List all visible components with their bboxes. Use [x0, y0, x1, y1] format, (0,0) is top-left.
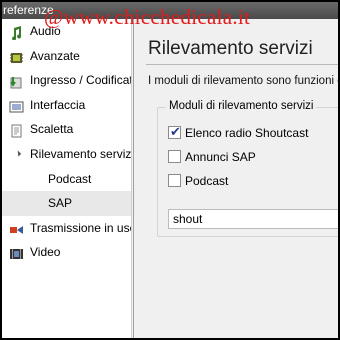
module-text-field[interactable]: shout — [168, 209, 338, 229]
category-scaletta[interactable]: Scaletta — [2, 117, 131, 142]
subcategory-podcast[interactable]: Podcast — [2, 167, 131, 192]
chip-icon — [9, 49, 24, 63]
input-codec-icon — [9, 73, 24, 89]
checkmark-icon: ✔ — [170, 124, 181, 139]
category-list: Audio Avanzate Ingresso / Codificatori I… — [2, 19, 131, 265]
preferences-window: referenze @www.chicchedicala.it Audio Av… — [2, 2, 338, 338]
checkbox-label: Elenco radio Shoutcast — [185, 126, 309, 140]
category-interfaccia[interactable]: Interfaccia — [2, 93, 131, 118]
category-video[interactable]: Video — [2, 240, 131, 265]
category-trasmissione-in-uscita[interactable]: Trasmissione in uscita — [2, 216, 131, 241]
category-label: Ingresso / Codificatori — [30, 73, 131, 88]
group-title: Moduli di rilevamento servizi — [166, 100, 317, 112]
expand-arrow-icon[interactable] — [14, 150, 22, 157]
category-sidebar: Audio Avanzate Ingresso / Codificatori I… — [2, 19, 132, 338]
category-label: Interfaccia — [30, 97, 86, 112]
panel-title: Rilevamento servizi — [148, 38, 313, 59]
category-label: Trasmissione in uscita — [30, 220, 131, 235]
checkbox-label: Podcast — [185, 174, 229, 188]
category-avanzate[interactable]: Avanzate — [2, 44, 131, 69]
settings-panel: Rilevamento servizi I moduli di rilevame… — [133, 19, 338, 338]
checkbox-box[interactable] — [168, 174, 181, 187]
watermark: @www.chicchedicala.it — [44, 5, 251, 29]
category-label: Scaletta — [30, 122, 74, 137]
category-ingresso-codificatori[interactable]: Ingresso / Codificatori — [2, 68, 131, 93]
category-label: SAP — [48, 196, 73, 211]
stream-output-icon — [9, 221, 24, 235]
checkbox-label: Annunci SAP — [185, 150, 256, 164]
category-label: Podcast — [48, 171, 92, 186]
audio-icon — [9, 24, 24, 41]
video-icon — [9, 245, 24, 260]
playlist-icon — [9, 122, 24, 138]
checkbox-box[interactable]: ✔ — [168, 124, 181, 139]
title-divider — [146, 64, 338, 65]
category-label: Rilevamento servizi — [30, 146, 131, 161]
panel-description: I moduli di rilevamento sono funzioni ch… — [148, 75, 338, 87]
checkbox-box[interactable] — [168, 150, 181, 163]
category-rilevamento-servizi[interactable]: Rilevamento servizi — [2, 142, 131, 167]
subcategory-sap[interactable]: SAP — [2, 191, 131, 216]
interface-icon — [9, 98, 24, 113]
category-label: Avanzate — [30, 48, 80, 63]
category-label: Video — [30, 245, 61, 260]
